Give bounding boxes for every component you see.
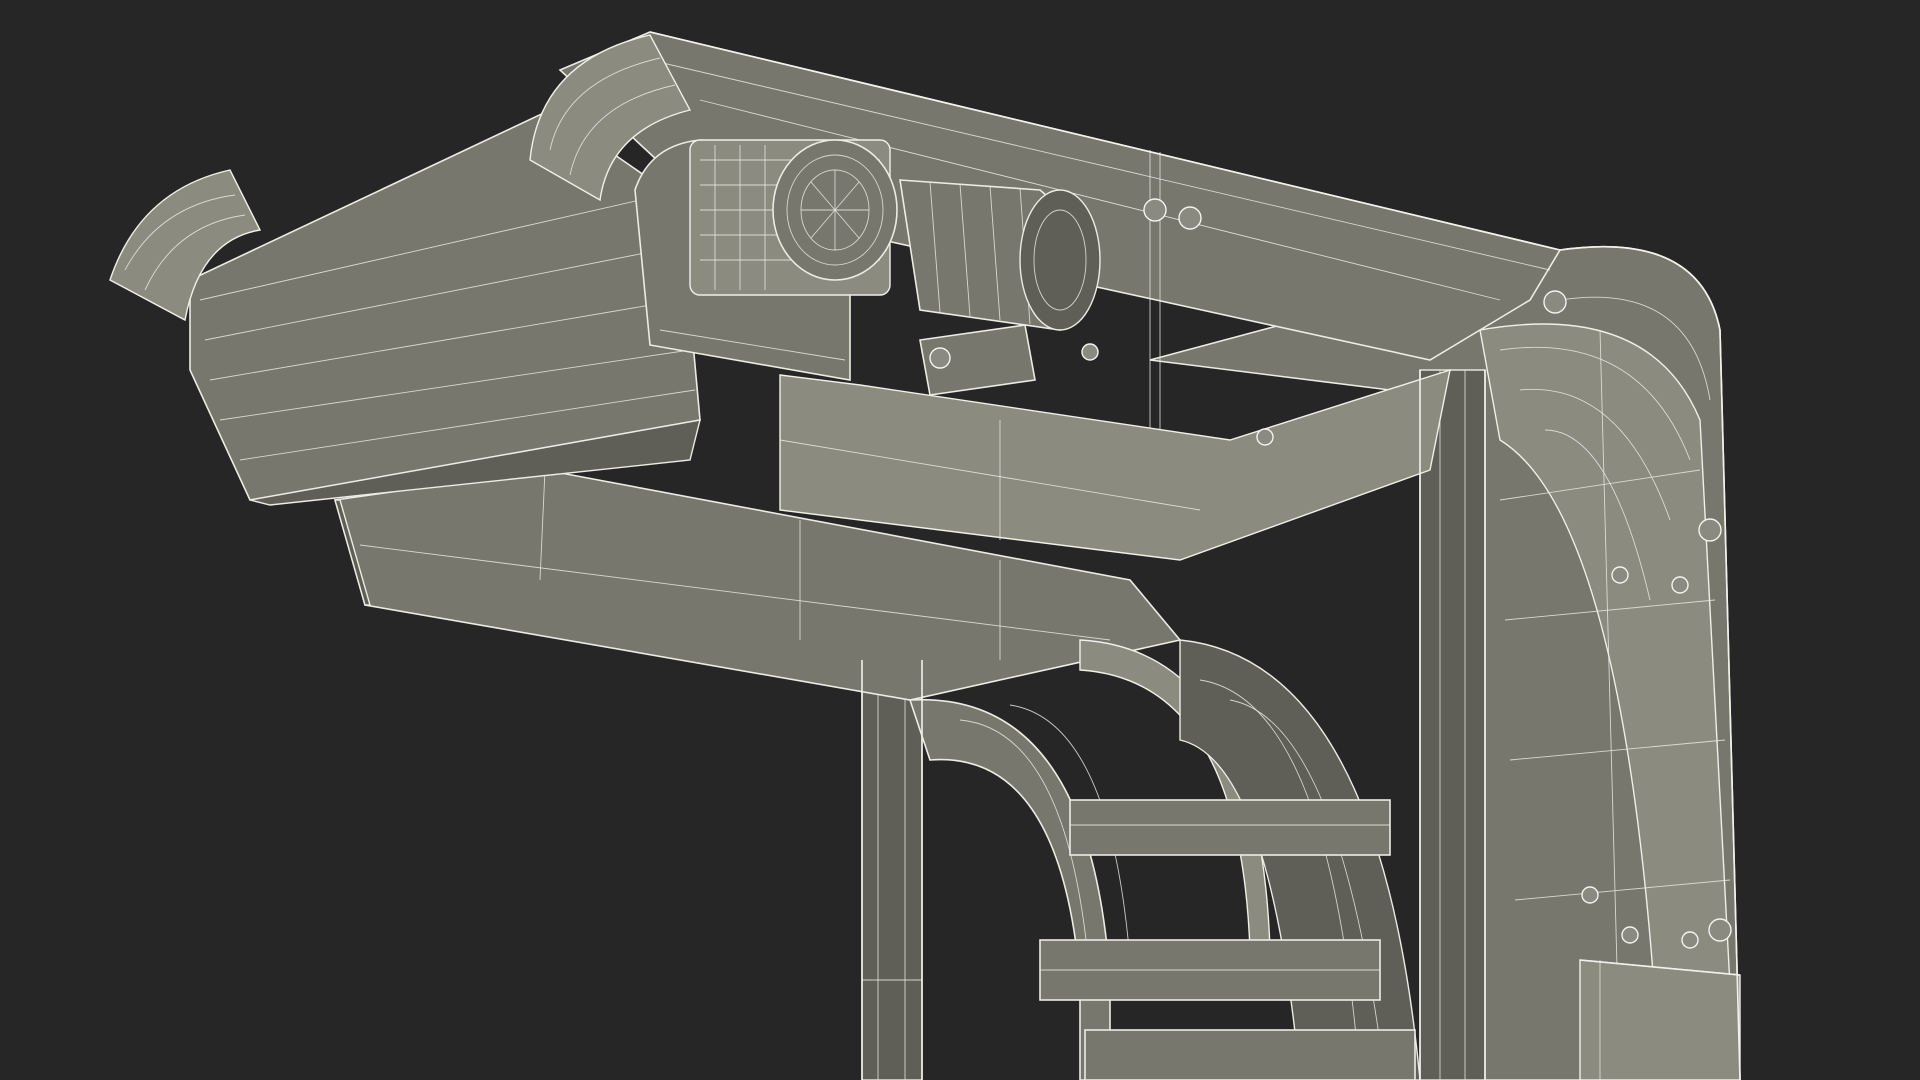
bolt [1611,566,1629,584]
bolt [1621,926,1639,944]
right-pillar [1419,369,1486,1080]
wireframe-conveyor-model [109,31,1741,1080]
curved-chute [908,639,1421,1080]
bolt [1698,518,1722,542]
bolt [1581,886,1599,904]
bolt [1708,918,1732,942]
left-support-post [861,659,923,1080]
bolt [1681,931,1699,949]
render-viewport [0,0,1920,1080]
bolt [1178,206,1202,230]
lower-right-plate [1579,959,1741,1080]
left-roller-drum [189,109,701,506]
bolt [1543,290,1567,314]
motor-foot-block [919,324,1036,396]
conveyor-slats [1039,799,1416,1080]
fan-cover-spokes [801,170,869,250]
channel-beam [779,368,1451,561]
bolt [1081,343,1099,361]
bolt [1671,576,1689,594]
bolt [1256,428,1274,446]
bolt [1143,198,1167,222]
